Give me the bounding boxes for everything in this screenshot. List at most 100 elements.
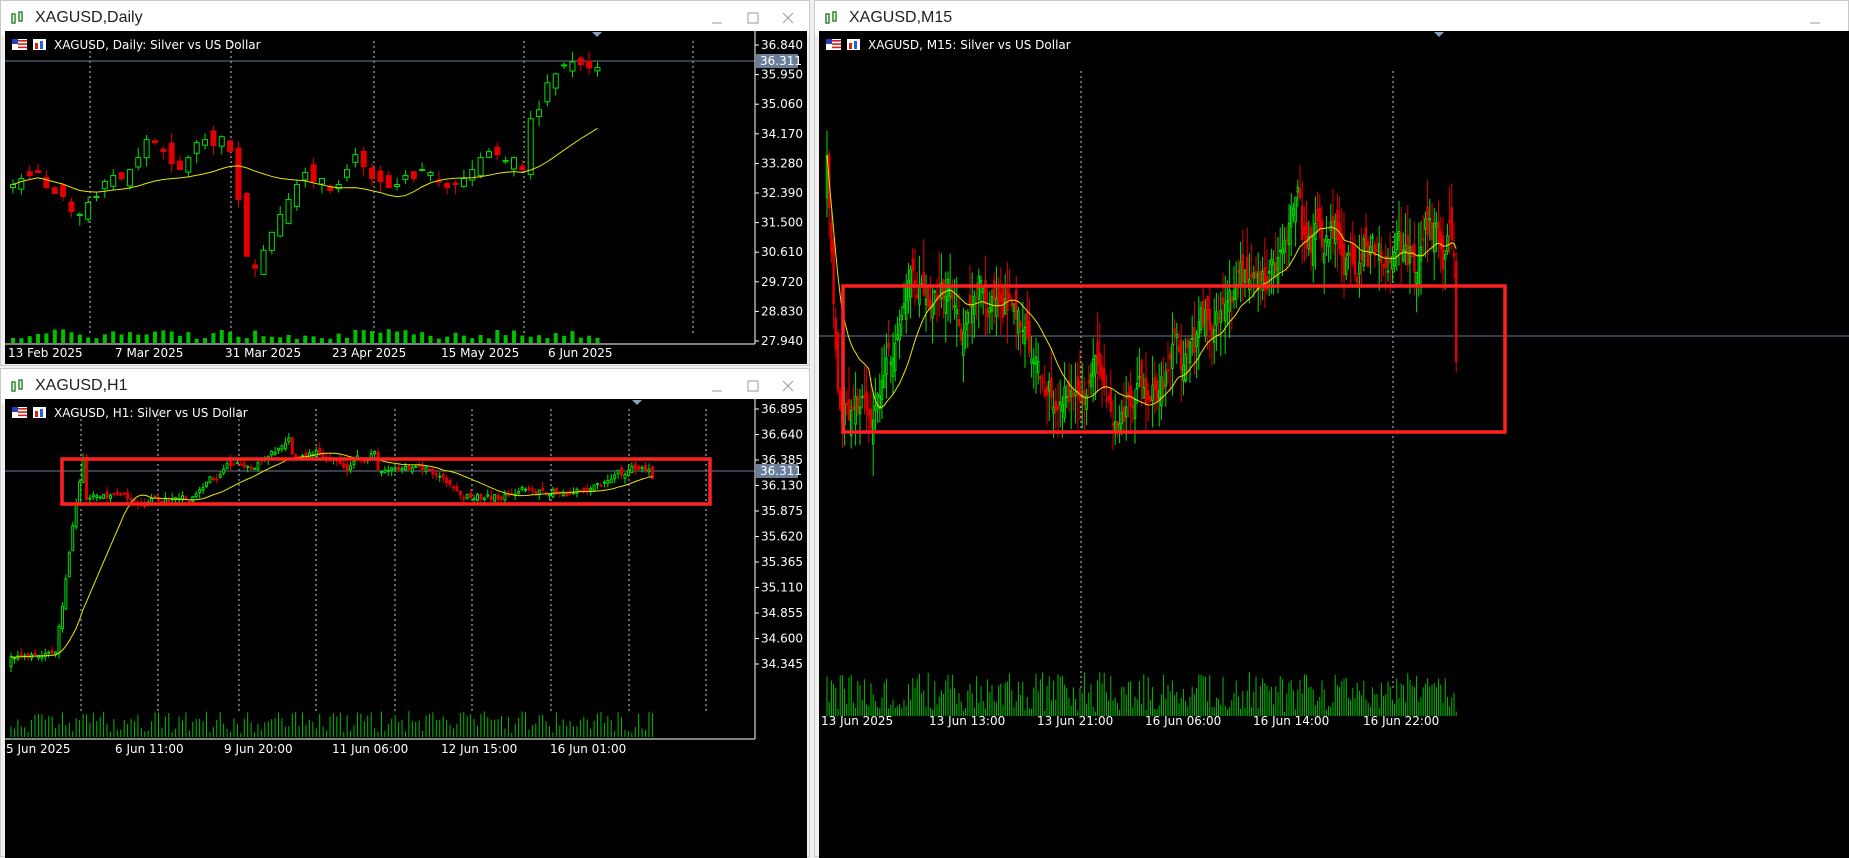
candle-body [280,445,284,450]
price-tick-label: 35.875 [761,504,803,518]
candle-body [410,171,417,180]
candle-body [1160,376,1163,407]
candle-body [599,484,603,487]
maximize-button[interactable] [743,8,763,28]
candle-body [527,487,531,491]
candle-body [1171,343,1174,369]
candle-body [589,487,593,491]
candle-body [1197,321,1201,338]
time-tick-label: 11 Jun 06:00 [332,742,408,756]
price-chart[interactable]: 36.89536.64036.38536.13035.87535.62035.3… [5,399,807,858]
candle-body [1131,405,1135,409]
price-chart[interactable]: 13 Jun 2025 13 Jun 13:00 13 Jun 21:00 16 Ju… [819,31,1849,858]
candle-body [880,380,884,400]
candle-body [1358,262,1361,275]
candle-body [1410,245,1414,257]
candle-body [1309,227,1313,254]
candle-body [268,231,275,251]
price-tick-label: 35.110 [761,581,803,595]
candle-body [834,317,838,350]
candle-body [78,481,82,504]
candle-body [1107,396,1110,399]
candle-body [438,475,442,478]
candle-body [1333,220,1337,244]
candle-body [153,495,157,498]
candle-body [496,494,500,500]
chart-caption: XAGUSD, M15: Silver vs US Dollar [868,38,1071,52]
candle-body [445,477,449,483]
candle-body [407,465,411,470]
minimize-button[interactable] [1805,8,1825,28]
price-tick-label: 35.950 [761,68,803,82]
candle-body [119,493,123,497]
time-tick-label: 7 Mar 2025 [115,346,183,360]
candle-body [863,395,866,399]
candle-body [909,268,912,298]
candle-body [979,279,983,283]
candle-body [441,473,445,479]
chart-window-m15[interactable]: XAGUSD,M15 13 Jun 2025 13 Jun 13:00 13 Jun… [814,0,1849,858]
candle-body [74,503,78,528]
candle-body [310,164,317,183]
candle-body [1098,353,1102,375]
maximize-button[interactable] [743,376,763,396]
candle-body [1056,405,1060,411]
candle-body [524,488,527,491]
candle-body [424,466,428,472]
price-tick-label: 36.130 [761,479,803,493]
candle-body [907,280,910,302]
chart-area[interactable]: 36.895 36.640 36.385 36.130 35.875 35.620 35.3… [5,399,807,858]
candle-body [486,494,490,497]
highlight-rectangle [841,284,1507,434]
chart-window-daily[interactable]: XAGUSD,Daily 36.840 35.950 35.060 34.170 33.… [0,0,810,366]
candle-body [177,160,183,171]
price-tick-label: 34.600 [761,632,803,646]
title-bar[interactable]: XAGUSD,M15 [815,1,1848,35]
candle-body [1439,231,1443,250]
candle-body [626,469,630,476]
candle-body [239,463,243,466]
candle-body [160,148,167,153]
candle-body [1155,380,1159,402]
window-title: XAGUSD,H1 [35,377,128,394]
candle-body [67,552,71,578]
chart-caption: XAGUSD, Daily: Silver vs US Dollar [54,38,261,52]
candle-body [1443,253,1447,260]
close-button[interactable] [778,8,798,28]
candle-body [1272,262,1275,277]
candle-body [1347,252,1350,257]
candle-body [1173,328,1176,335]
candle-body [1102,368,1106,389]
chart-shift-marker [1434,32,1444,37]
candle-body [465,494,469,499]
candle-body [499,496,503,500]
price-chart[interactable]: 36.840 35.950 35.060 34.170 33.280 32.390 31.5… [5,31,807,364]
candle-body [260,249,267,276]
chart-area[interactable]: 36.840 35.950 35.060 34.170 33.280 32.390 31.5… [5,31,807,364]
minimize-button[interactable] [707,8,727,28]
candle-body [135,157,142,168]
candle-body [891,358,895,377]
minimize-button[interactable] [707,376,727,396]
candle-body [1305,222,1308,248]
candle-body [360,150,367,168]
candle-body [93,195,100,199]
candle-body [1091,358,1095,377]
close-button[interactable] [778,376,798,396]
candle-body [1149,395,1152,402]
candle-body [541,487,545,491]
chart-area[interactable]: 13 Jun 2025 13 Jun 13:00 13 Jun 21:00 16 Ju… [819,31,1849,858]
candle-body [1012,303,1016,312]
candle-body [1366,241,1370,267]
candle-body [1393,251,1396,267]
candle-body [222,468,226,474]
candle-body [860,395,864,398]
time-tick-label: 5 Jun 2025 [6,742,71,756]
candle-body [277,213,284,237]
title-bar[interactable]: XAGUSD,H1 [1,369,809,403]
candle-body [1034,356,1038,365]
candle-body [1285,239,1289,242]
candle-body [256,462,260,470]
title-bar[interactable]: XAGUSD,Daily [1,1,809,35]
chart-window-h1[interactable]: XAGUSD,H1 36.895 36.640 36.385 36.130 35.875… [0,368,810,858]
